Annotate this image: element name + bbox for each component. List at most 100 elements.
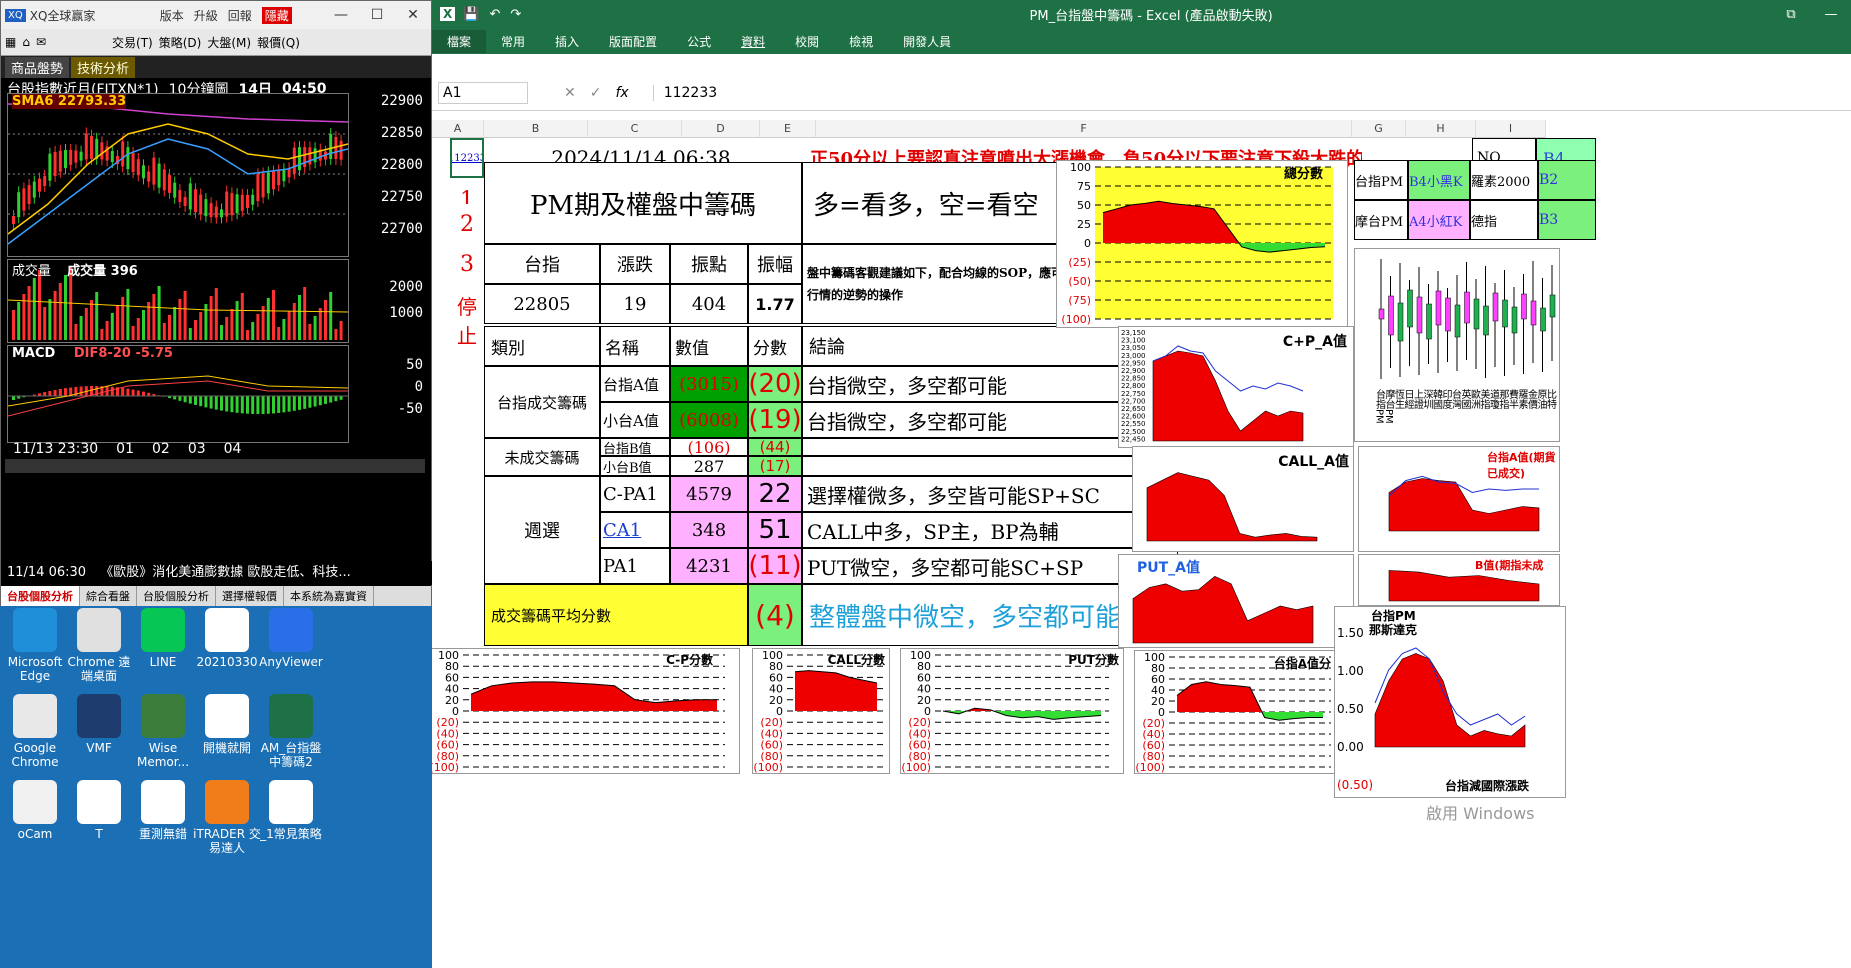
candle-chart — [7, 103, 349, 245]
cell-A1[interactable]: 112233 — [450, 138, 484, 178]
desktop-icon-9[interactable]: AM_台指盤中籌碼2 — [256, 694, 326, 769]
desktop-icon-4[interactable]: AnyViewer — [256, 608, 326, 669]
desktop-icon-1[interactable]: Chrome 遠端桌面 — [64, 608, 134, 683]
txa-score-chart: 100 80 60 40 20 0 (20) (40) (60) (80) (100) 台指A值分 — [1134, 650, 1336, 774]
macd-bar — [282, 396, 286, 413]
ribbon-layout[interactable]: 版面配置 — [594, 30, 672, 53]
menu-version[interactable]: 版本 — [160, 7, 184, 24]
toolbar-strategy[interactable]: 策略(D) — [159, 34, 202, 51]
desktop-icon-14[interactable]: _1常見策略 — [256, 780, 326, 841]
y-tick-label: 25 — [1077, 218, 1091, 231]
candle-body — [100, 142, 104, 160]
desktop-icon-3[interactable]: 20210330 — [192, 608, 262, 669]
tab-tech[interactable]: 技術分析 — [71, 57, 136, 78]
ribbon-formula[interactable]: 公式 — [672, 30, 726, 53]
x-axis-4: 04 — [223, 441, 242, 457]
col-C[interactable]: C — [588, 120, 682, 138]
row-value: (3015) — [670, 366, 748, 402]
macd-bar — [266, 396, 270, 414]
row-name[interactable]: CA1 — [600, 512, 670, 548]
btab-4[interactable]: 本系統為嘉實資 — [284, 586, 374, 606]
toolbar-trade[interactable]: 交易(T) — [112, 34, 153, 51]
volume-bar — [230, 309, 234, 340]
candle-body — [1407, 289, 1413, 328]
y-tick-label: (25) — [1068, 256, 1091, 269]
side-a4: A4小紅K — [1408, 200, 1470, 240]
macd-bar — [287, 396, 291, 412]
ribbon-data[interactable]: 資料 — [726, 30, 780, 53]
minimize-icon[interactable]: — — [1811, 7, 1851, 22]
ribbon-home[interactable]: 常用 — [486, 30, 540, 53]
btab-3[interactable]: 選擇權報價 — [216, 586, 284, 606]
volume-bar — [74, 324, 78, 340]
desktop-icon-11[interactable]: T — [64, 780, 134, 841]
col-B[interactable]: B — [484, 120, 588, 138]
side-b2: B2 — [1538, 160, 1596, 200]
volume-bar — [251, 322, 255, 340]
desktop-icon-0[interactable]: Microsoft Edge — [0, 608, 70, 683]
toolbar-market[interactable]: 大盤(M) — [207, 34, 251, 51]
desktop-icon-2[interactable]: LINE — [128, 608, 198, 669]
btab-2[interactable]: 台股個股分析 — [137, 586, 216, 606]
tab-market[interactable]: 商品盤勢 — [5, 57, 70, 78]
cancel-icon[interactable]: ✕ — [564, 85, 576, 101]
desktop-icon-10[interactable]: oCam — [0, 780, 70, 841]
row-num-3: 3 — [450, 244, 484, 284]
grid-icon[interactable]: ▦ — [5, 35, 16, 49]
macd-bar — [225, 396, 229, 412]
candle-body — [1511, 306, 1518, 334]
vol-label: 成交量 — [12, 264, 52, 279]
desktop-icon-12[interactable]: 重測無錯 — [128, 780, 198, 841]
volume-bar — [287, 311, 291, 340]
fx-icon[interactable]: fx — [615, 85, 628, 101]
restore-icon[interactable]: ⧉ — [1771, 7, 1811, 22]
home-icon[interactable]: ⌂ — [22, 35, 30, 49]
chart-scrollbar[interactable] — [5, 459, 425, 473]
desktop-icon-6[interactable]: VMF — [64, 694, 134, 755]
col-A[interactable]: A — [432, 120, 484, 138]
ribbon-view[interactable]: 檢視 — [834, 30, 888, 53]
candle-body — [261, 173, 265, 198]
col-G[interactable]: G — [1352, 120, 1406, 138]
desktop-icon-13[interactable]: iTRADER 交易達人 — [192, 780, 262, 855]
desktop-icon-5[interactable]: Google Chrome — [0, 694, 70, 769]
line-icon — [141, 608, 185, 652]
y-tick-label: 0.00 — [1337, 740, 1364, 754]
maximize-icon[interactable]: ☐ — [359, 7, 395, 23]
ribbon-insert[interactable]: 插入 — [540, 30, 594, 53]
name-box[interactable]: A1 — [438, 82, 528, 104]
btab-1[interactable]: 綜合看盤 — [80, 586, 137, 606]
col-concl: 結論 — [802, 326, 1122, 366]
col-E[interactable]: E — [760, 120, 816, 138]
close-icon[interactable]: ✕ — [395, 7, 431, 23]
btab-0[interactable]: 台股個股分析 — [1, 586, 80, 606]
col-H[interactable]: H — [1406, 120, 1476, 138]
col-D[interactable]: D — [682, 120, 760, 138]
col-I[interactable]: I — [1476, 120, 1546, 138]
ribbon-dev[interactable]: 開發人員 — [888, 30, 966, 53]
minimize-icon[interactable]: — — [323, 7, 359, 23]
volume-bar — [173, 307, 177, 340]
col-F[interactable]: F — [816, 120, 1352, 138]
candle-body — [1388, 295, 1394, 336]
desktop-icon-8[interactable]: 開機就開 — [192, 694, 262, 755]
desktop-icon-7[interactable]: Wise Memor... — [128, 694, 198, 769]
stop-button[interactable]: 停止 — [450, 288, 484, 352]
menu-upgrade[interactable]: 升級 — [194, 7, 218, 24]
toolbar-quote[interactable]: 報價(Q) — [257, 34, 300, 51]
news-ticker[interactable]: 11/14 06:30 《歐股》消化美通膨數據 歐股走低、科技... — [1, 561, 437, 585]
macd-bar — [256, 396, 260, 414]
save-icon[interactable]: 💾 — [463, 7, 479, 22]
undo-icon[interactable]: ↶ — [489, 7, 500, 22]
menu-hide[interactable]: 隱藏 — [261, 6, 292, 24]
mail-icon[interactable]: ✉ — [36, 35, 46, 49]
enter-icon[interactable]: ✓ — [590, 85, 602, 101]
ribbon-review[interactable]: 校閱 — [780, 30, 834, 53]
ribbon-file[interactable]: 檔案 — [432, 29, 487, 53]
volume-bar — [298, 295, 301, 340]
side-mtpm: 摩台PM — [1354, 200, 1408, 240]
menu-report[interactable]: 回報 — [228, 7, 252, 24]
redo-icon[interactable]: ↷ — [510, 7, 521, 22]
xq-toolbar: ▦ ⌂ ✉ 交易(T) 策略(D) 大盤(M) 報價(Q) — [1, 29, 431, 56]
formula-input[interactable]: 112233 — [652, 85, 1851, 101]
